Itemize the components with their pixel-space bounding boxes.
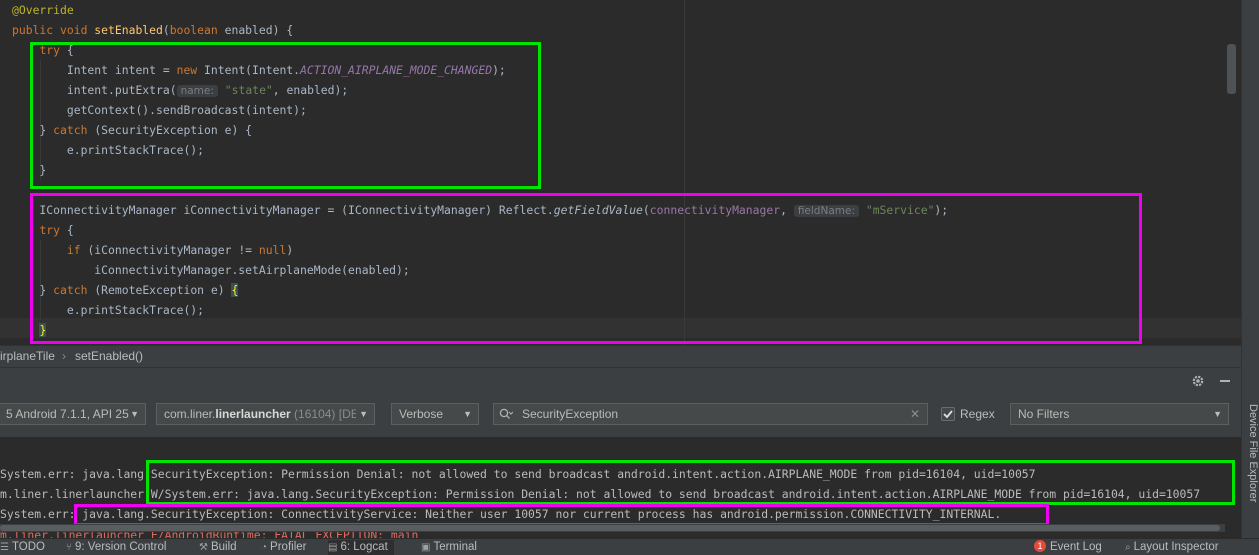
code-token: ( [162, 23, 170, 37]
horizontal-scrollbar-thumb[interactable] [0, 525, 1220, 531]
logcat-icon: ▤ [328, 542, 338, 553]
chevron-down-icon: ▼ [1213, 409, 1222, 419]
code-line: @Override [12, 0, 74, 20]
clear-icon[interactable]: ✕ [910, 404, 920, 424]
code-token: setEnabled [94, 23, 163, 37]
filter-config-value: No Filters [1018, 407, 1070, 421]
terminal-icon: ▣ [421, 542, 431, 553]
minimize-icon[interactable] [1218, 374, 1232, 388]
code-line: public void setEnabled(boolean enabled) … [12, 20, 293, 40]
process-pid: (16104) [DE [290, 407, 359, 421]
profiler-icon: ◔ [261, 542, 268, 553]
filter-config-dropdown[interactable]: No Filters ▼ [1010, 403, 1229, 425]
version-control-icon: ⑂ [66, 542, 72, 553]
search-input[interactable]: SecurityException [522, 404, 618, 424]
annotation-box-pink [30, 193, 1142, 344]
terminal-label: Terminal [433, 541, 477, 553]
code-token: enabled) { [224, 23, 294, 37]
breadcrumb-separator: › [62, 349, 66, 363]
layout-inspector-tab[interactable]: ⌕ Layout Inspector [1125, 540, 1219, 555]
regex-checkbox[interactable] [941, 407, 955, 421]
device-dropdown-value: 5 Android 7.1.1, API 25 [6, 407, 129, 421]
process-name-bold: linerlauncher [215, 407, 291, 421]
checkmark-icon [943, 410, 953, 419]
device-dropdown[interactable]: 5 Android 7.1.1, API 25 ▼ [0, 403, 146, 425]
search-field[interactable]: SecurityException ✕ [493, 403, 928, 425]
breadcrumb: irplaneTile › setEnabled() [0, 345, 1241, 368]
breadcrumb-method[interactable]: setEnabled() [75, 349, 143, 363]
chevron-down-icon: ▼ [463, 409, 472, 419]
hammer-icon: ⚒ [199, 542, 208, 553]
logcat-filter-bar: 5 Android 7.1.1, API 25 ▼ com.liner.liner… [0, 393, 1241, 452]
code-editor[interactable]: @Override public void setEnabled(boolean … [0, 0, 1241, 345]
version-control-tab[interactable]: ⑂ 9: Version Control [66, 540, 166, 555]
logcat-tab[interactable]: ▤ 6: Logcat [328, 540, 394, 555]
code-token: boolean [169, 23, 225, 37]
regex-label: Regex [960, 407, 995, 421]
device-file-explorer-label: Device File Explorer [1247, 404, 1259, 503]
code-token: public void [12, 23, 95, 37]
process-name: com.liner. [164, 407, 216, 421]
layout-inspector-label: Layout Inspector [1133, 541, 1219, 553]
todo-icon: ☰ [0, 542, 9, 553]
chevron-down-icon: ▼ [356, 404, 368, 424]
terminal-tab[interactable]: ▣ Terminal [421, 540, 477, 555]
event-log-label: Event Log [1050, 541, 1102, 553]
editor-scrollbar-thumb[interactable] [1227, 44, 1236, 94]
breadcrumb-class[interactable]: irplaneTile [0, 349, 55, 363]
build-tab[interactable]: ⚒ Build [199, 540, 237, 555]
profiler-label: Profiler [270, 541, 307, 553]
todo-label: TODO [11, 541, 45, 553]
todo-tab[interactable]: ☰ TODO [0, 540, 45, 555]
logcat-label: 6: Logcat [340, 541, 388, 553]
gear-icon[interactable] [1191, 374, 1205, 388]
version-control-label: 9: Version Control [75, 541, 167, 553]
profiler-tab[interactable]: ◔ Profiler [261, 540, 306, 555]
error-count-badge: 1 [1034, 540, 1046, 552]
log-level-value: Verbose [399, 407, 444, 421]
search-icon [499, 408, 513, 419]
annotation-box-pink [74, 504, 1049, 526]
annotation-box-green [146, 460, 1235, 505]
process-dropdown[interactable]: com.liner.linerlauncher (16104) [DE ▼ [156, 403, 375, 425]
annotation-box-green [30, 42, 541, 189]
layout-inspector-icon: ⌕ [1125, 542, 1131, 553]
code-token: @Override [12, 3, 74, 17]
chevron-down-icon: ▼ [130, 409, 139, 419]
logcat-panel-header [0, 367, 1241, 394]
device-file-explorer-tab[interactable]: Device File Explorer [1241, 404, 1259, 554]
build-label: Build [210, 541, 237, 553]
tool-window-bar: ☰ TODO ⑂ 9: Version Control ⚒ Build ◔ Profil… [0, 538, 1259, 555]
log-level-dropdown[interactable]: Verbose ▼ [391, 403, 479, 425]
event-log-tab[interactable]: 1 Event Log [1034, 540, 1102, 554]
